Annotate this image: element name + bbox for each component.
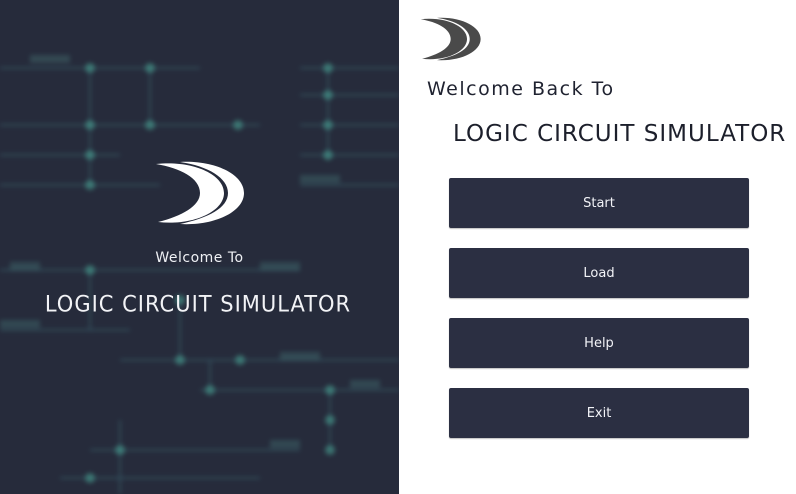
circuit-background-image	[0, 55, 399, 494]
exit-button[interactable]: Exit	[449, 388, 749, 438]
start-button[interactable]: Start	[449, 178, 749, 228]
menu-panel: Welcome Back To LOGIC CIRCUIT SIMULATOR …	[399, 0, 796, 494]
splash-welcome-text: Welcome To	[155, 250, 244, 266]
logo-icon	[420, 17, 481, 61]
splash-panel: Welcome To LOGIC CIRCUIT SIMULATOR	[0, 0, 399, 494]
welcome-back-text: Welcome Back To	[427, 78, 615, 100]
logo-icon	[156, 161, 244, 225]
help-button[interactable]: Help	[449, 318, 749, 368]
splash-app-title: LOGIC CIRCUIT SIMULATOR	[44, 291, 352, 317]
load-button[interactable]: Load	[449, 248, 749, 298]
app-title: LOGIC CIRCUIT SIMULATOR	[453, 121, 787, 147]
